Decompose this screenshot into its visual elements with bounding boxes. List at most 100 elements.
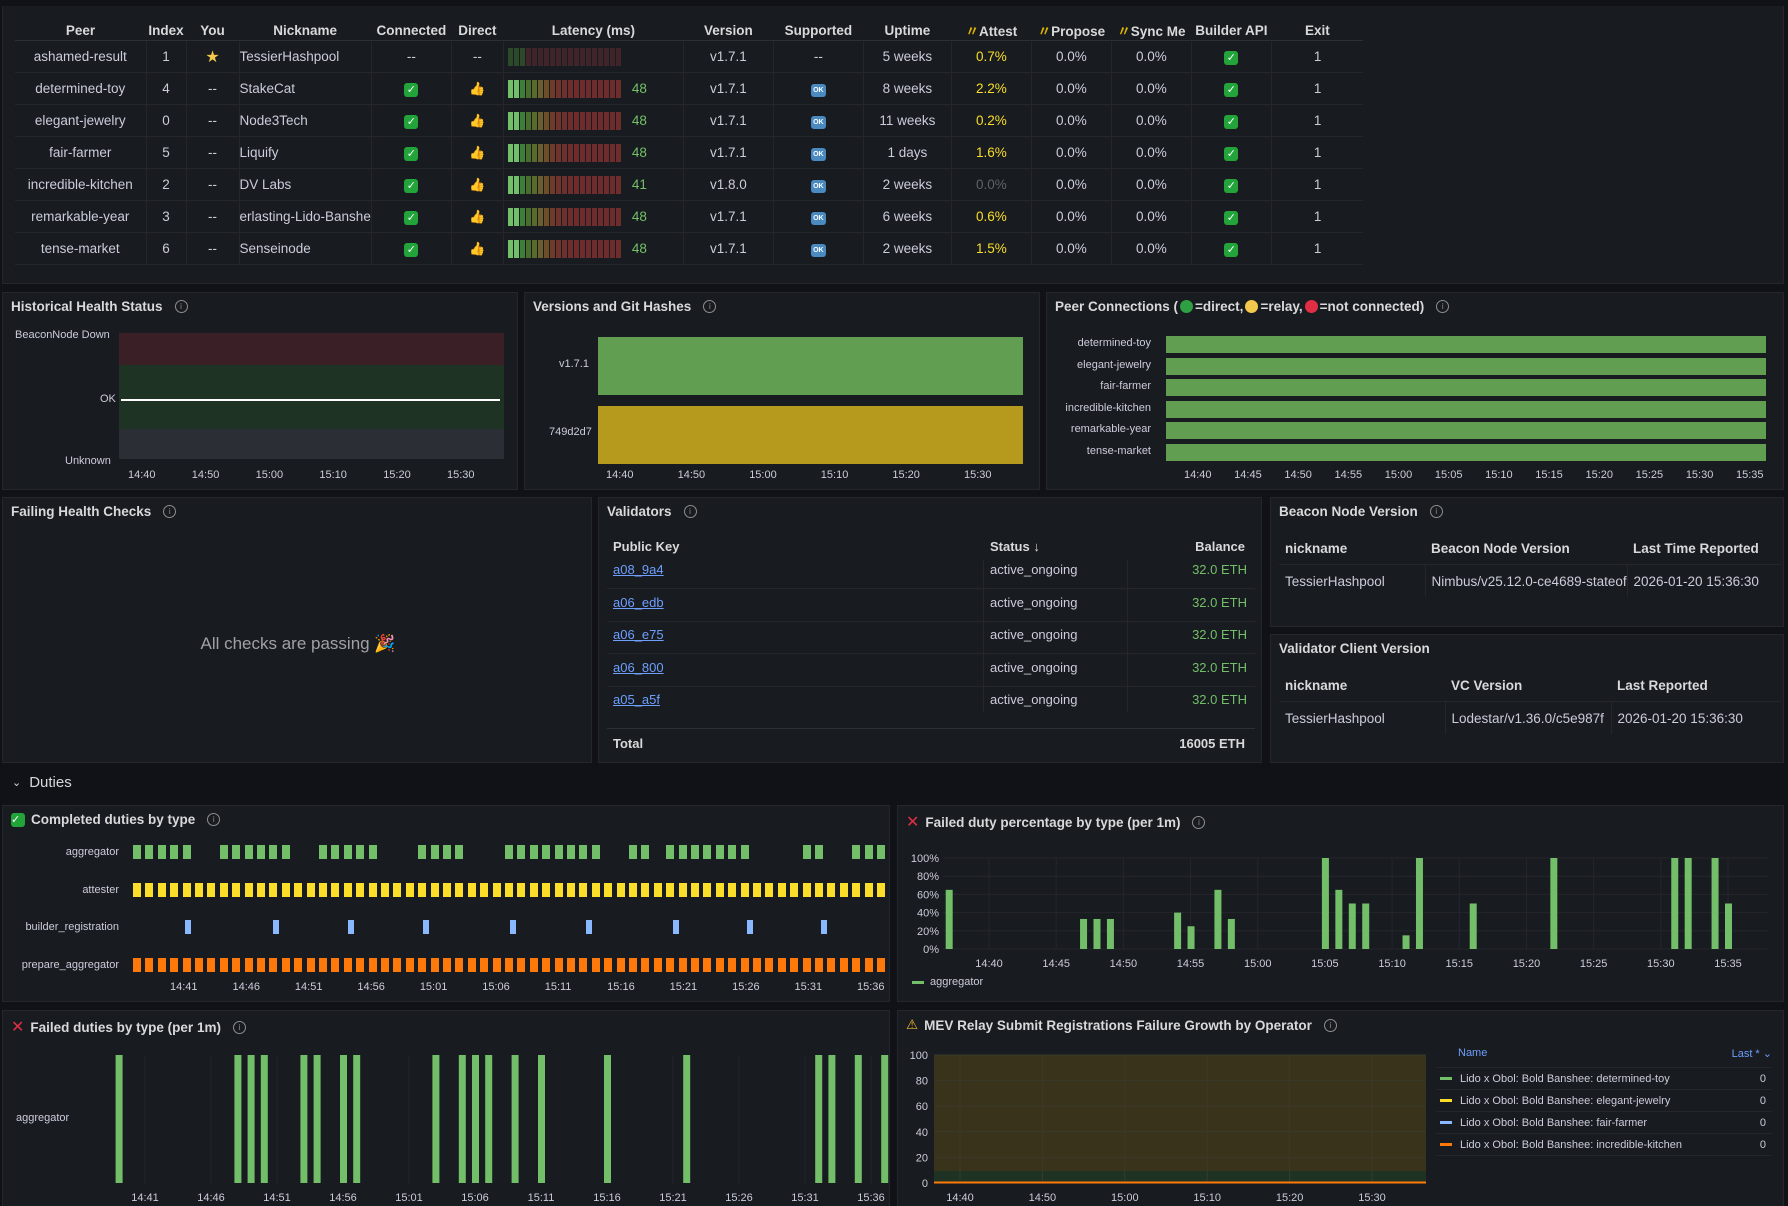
duty-mark <box>257 845 265 859</box>
bar[interactable] <box>234 1055 242 1183</box>
bar[interactable] <box>1174 912 1182 949</box>
bar[interactable] <box>432 1055 440 1183</box>
validator-pubkey-link[interactable]: a06_800 <box>613 660 664 675</box>
col-peer[interactable]: Peer <box>15 20 146 41</box>
bar[interactable] <box>828 1055 836 1183</box>
col-public-key[interactable]: Public Key <box>613 539 679 554</box>
bar[interactable] <box>1093 918 1101 949</box>
legend-item-aggregator[interactable]: aggregator <box>912 976 983 988</box>
bar[interactable] <box>1415 858 1423 949</box>
validator-rows[interactable]: a08_9a4 active_ongoing 32.0 ETH a06_edb acti… <box>607 560 1255 712</box>
bar[interactable] <box>538 1055 545 1183</box>
bar[interactable] <box>1671 858 1679 949</box>
peer-conn-bar[interactable] <box>1166 444 1766 461</box>
bar[interactable] <box>683 1055 691 1183</box>
info-icon[interactable]: i <box>683 505 697 518</box>
bar[interactable] <box>1684 858 1692 949</box>
githash-bar[interactable] <box>598 406 1023 464</box>
bar[interactable] <box>1711 858 1719 949</box>
col-propose[interactable]: 〃Propose <box>1031 20 1112 41</box>
failed-pct-chart[interactable]: 100% 80% 60% 40% 20% 0% 14:40 14:45 14:50 14:55 15… <box>898 806 1784 1002</box>
peer-conn-bar[interactable] <box>1166 357 1766 375</box>
col-vc-version[interactable]: VC Version <box>1445 669 1611 702</box>
col-builder[interactable]: Builder API <box>1191 20 1272 41</box>
col-nickname[interactable]: nickname <box>1279 532 1425 565</box>
bar[interactable] <box>1187 926 1195 949</box>
version-bar[interactable] <box>598 337 1023 395</box>
validator-pubkey-link[interactable]: a05_a5f <box>613 692 660 707</box>
bar[interactable] <box>300 1055 308 1183</box>
validator-pubkey-link[interactable]: a06_edb <box>613 595 664 610</box>
validator-pubkey-link[interactable]: a06_e75 <box>613 627 664 642</box>
failed-duties-chart[interactable]: 14:41 14:46 14:51 14:56 15:01 15:06 15:11 15:16… <box>3 1011 890 1206</box>
latency-bar <box>591 207 597 226</box>
bar[interactable] <box>313 1055 321 1183</box>
info-icon[interactable]: i <box>174 300 188 313</box>
peer-conn-bar[interactable] <box>1166 336 1766 353</box>
peer-conn-bar[interactable] <box>1166 422 1766 440</box>
peer-conn-bar[interactable] <box>1166 379 1766 397</box>
bar[interactable] <box>815 1055 823 1183</box>
info-icon[interactable]: i <box>163 505 177 518</box>
col-uptime[interactable]: Uptime <box>863 20 952 41</box>
bar[interactable] <box>854 1055 862 1183</box>
col-nickname[interactable]: nickname <box>1279 669 1445 702</box>
col-version[interactable]: Version <box>683 20 774 41</box>
legend-header-name[interactable]: Name <box>1458 1047 1487 1067</box>
legend-item[interactable]: Lido x Obol: Bold Banshee: elegant-jewel… <box>1436 1090 1772 1112</box>
bar[interactable] <box>604 1055 611 1183</box>
bar[interactable] <box>472 1055 479 1183</box>
legend-header-last[interactable]: Last * ⌄ <box>1732 1047 1772 1067</box>
bar[interactable] <box>881 1055 889 1183</box>
peer-conn-bar[interactable] <box>1166 400 1766 418</box>
bar[interactable] <box>485 1055 493 1183</box>
bar[interactable] <box>1402 935 1410 949</box>
col-latency[interactable]: Latency (ms) <box>503 20 684 41</box>
bar[interactable] <box>1106 918 1114 949</box>
bar[interactable] <box>115 1055 123 1183</box>
bar[interactable] <box>458 1055 466 1183</box>
info-icon[interactable]: i <box>703 300 717 313</box>
info-icon[interactable]: i <box>1436 300 1450 313</box>
col-supported[interactable]: Supported <box>773 20 864 41</box>
legend-item[interactable]: Lido x Obol: Bold Banshee: incredible-ki… <box>1436 1134 1772 1156</box>
col-last-reported[interactable]: Last Time Reported <box>1627 532 1781 565</box>
bar[interactable] <box>1214 889 1222 949</box>
col-index[interactable]: Index <box>146 20 186 41</box>
bar[interactable] <box>1550 858 1558 949</box>
col-nickname[interactable]: Nickname <box>239 20 372 41</box>
col-you[interactable]: You <box>186 20 239 41</box>
bar[interactable] <box>1335 889 1343 949</box>
bar[interactable] <box>340 1055 347 1183</box>
col-balance[interactable]: Balance <box>1195 539 1245 554</box>
bar[interactable] <box>1362 903 1370 950</box>
bar[interactable] <box>1469 903 1477 950</box>
bar[interactable] <box>1227 918 1235 949</box>
bar[interactable] <box>353 1055 361 1183</box>
duty-mark <box>219 882 228 897</box>
legend-item[interactable]: Lido x Obol: Bold Banshee: determined-to… <box>1436 1068 1772 1090</box>
col-last-reported[interactable]: Last Reported <box>1611 669 1781 702</box>
bar[interactable] <box>260 1055 268 1183</box>
mev-chart[interactable]: 100 80 60 40 20 0 14:40 14:50 15:00 15:10 15:20 15:… <box>898 1011 1438 1206</box>
legend-item[interactable]: Lido x Obol: Bold Banshee: fair-farmer 0 <box>1436 1112 1772 1134</box>
col-connected[interactable]: Connected <box>371 20 452 41</box>
bar[interactable] <box>1080 918 1088 949</box>
bar[interactable] <box>247 1055 255 1183</box>
col-bn-version[interactable]: Beacon Node Version <box>1425 532 1627 565</box>
bar[interactable] <box>1321 858 1329 949</box>
info-icon[interactable]: i <box>1429 505 1443 518</box>
duty-mark <box>529 882 538 897</box>
col-direct[interactable]: Direct <box>451 20 504 41</box>
col-sync[interactable]: 〃Sync Me <box>1111 20 1192 41</box>
bar[interactable] <box>1725 903 1732 950</box>
duties-row-header[interactable]: ⌄ Duties <box>12 774 72 791</box>
bar[interactable] <box>511 1055 519 1183</box>
bar[interactable] <box>1348 903 1356 950</box>
col-attest[interactable]: 〃Attest <box>951 20 1032 41</box>
col-exit[interactable]: Exit <box>1271 20 1364 41</box>
bar[interactable] <box>945 889 953 949</box>
info-icon[interactable]: i <box>207 813 221 826</box>
validator-pubkey-link[interactable]: a08_9a4 <box>613 562 664 577</box>
col-status[interactable]: Status ↓ <box>990 539 1040 554</box>
